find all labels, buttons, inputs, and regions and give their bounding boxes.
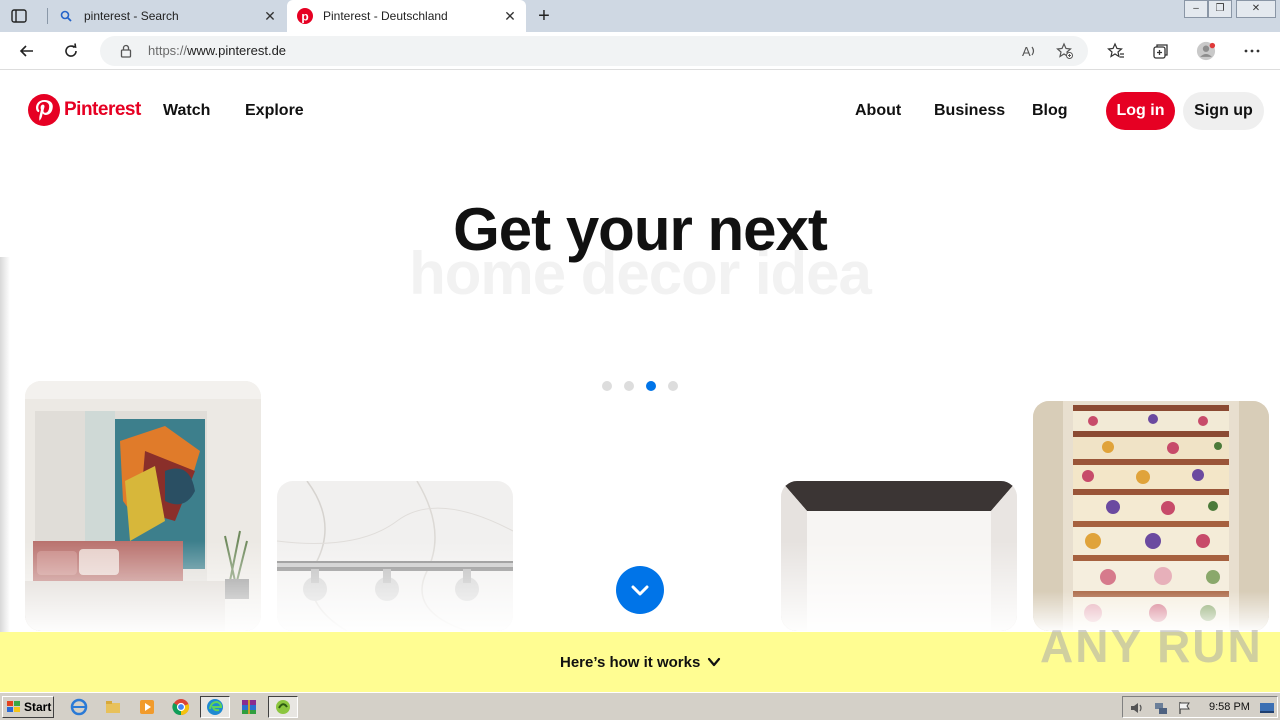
login-button[interactable]: Log in bbox=[1106, 92, 1175, 130]
profile-avatar[interactable] bbox=[1196, 41, 1216, 61]
pinterest-logo-icon bbox=[28, 94, 60, 126]
signup-button[interactable]: Sign up bbox=[1183, 92, 1264, 130]
svg-text:A: A bbox=[1022, 44, 1031, 59]
edge-taskbar-icon[interactable] bbox=[200, 696, 230, 718]
pinterest-page: Pinterest Watch Explore About Business B… bbox=[0, 71, 1280, 692]
url-host: www.pinterest.de bbox=[187, 43, 287, 58]
clock: 9:58 PM bbox=[1209, 701, 1250, 713]
url-scheme: https:// bbox=[148, 43, 188, 58]
more-menu-icon[interactable] bbox=[1242, 41, 1262, 61]
tab-title: Pinterest - Deutschland bbox=[323, 9, 448, 23]
volume-icon[interactable] bbox=[1129, 700, 1145, 721]
pin-fade-overlay bbox=[25, 541, 261, 631]
partial-pin-image bbox=[0, 257, 10, 637]
carousel-dot[interactable] bbox=[624, 381, 634, 391]
nav-about[interactable]: About bbox=[855, 102, 901, 120]
address-bar[interactable]: https://www.pinterest.de A bbox=[100, 36, 1088, 66]
restore-button[interactable]: ❐ bbox=[1208, 0, 1232, 18]
refresh-button[interactable] bbox=[60, 40, 82, 62]
pin-image-stairs[interactable] bbox=[1033, 401, 1269, 631]
close-tab-icon[interactable]: ✕ bbox=[502, 8, 518, 24]
how-it-works-label[interactable]: Here’s how it works bbox=[560, 654, 700, 671]
pin-image-ceiling[interactable] bbox=[781, 481, 1017, 631]
tab-pinterest[interactable]: p Pinterest - Deutschland ✕ bbox=[287, 0, 526, 32]
minimize-button[interactable]: – bbox=[1184, 0, 1208, 18]
close-window-button[interactable]: ✕ bbox=[1236, 0, 1276, 18]
brand-wordmark: Pinterest bbox=[64, 99, 141, 120]
search-icon bbox=[58, 8, 74, 24]
svg-text:p: p bbox=[301, 10, 308, 24]
anyrun-watermark: ANY RUN bbox=[1040, 620, 1263, 672]
chevron-down-icon bbox=[631, 585, 649, 596]
close-tab-icon[interactable]: ✕ bbox=[262, 8, 278, 24]
carousel-indicator bbox=[602, 381, 678, 391]
pin-fade-overlay bbox=[277, 541, 513, 631]
pin-image-bedroom[interactable] bbox=[25, 381, 261, 631]
browser-tab-bar: pinterest - Search ✕ p Pinterest - Deuts… bbox=[0, 0, 1280, 32]
tab-title: pinterest - Search bbox=[84, 9, 179, 23]
scroll-down-button[interactable] bbox=[616, 566, 664, 614]
collections-icon[interactable] bbox=[1150, 41, 1170, 61]
favorites-icon[interactable] bbox=[1106, 41, 1126, 61]
back-button[interactable] bbox=[16, 40, 38, 62]
chrome-taskbar-icon[interactable] bbox=[166, 696, 196, 718]
url-text: https://www.pinterest.de bbox=[148, 43, 286, 58]
windows-taskbar: Start 9:58 PM bbox=[0, 692, 1280, 720]
read-aloud-icon[interactable]: A bbox=[1020, 42, 1038, 60]
winrar-taskbar-icon[interactable] bbox=[234, 696, 264, 718]
nav-explore[interactable]: Explore bbox=[245, 102, 304, 120]
tab-actions-icon[interactable] bbox=[10, 7, 28, 25]
app-taskbar-icon[interactable] bbox=[268, 696, 298, 718]
windows-logo-icon bbox=[7, 701, 20, 712]
add-favorite-icon[interactable] bbox=[1056, 42, 1074, 60]
pinterest-logo[interactable]: Pinterest bbox=[28, 94, 141, 126]
explorer-taskbar-icon[interactable] bbox=[98, 696, 128, 718]
network-icon[interactable] bbox=[1153, 700, 1169, 721]
show-desktop-icon[interactable] bbox=[1259, 700, 1275, 721]
hero-title: Get your next bbox=[453, 196, 828, 263]
tab-search[interactable]: pinterest - Search ✕ bbox=[48, 0, 286, 32]
lock-icon[interactable] bbox=[118, 43, 134, 59]
carousel-dot[interactable] bbox=[668, 381, 678, 391]
carousel-dot[interactable] bbox=[602, 381, 612, 391]
pinterest-favicon-icon: p bbox=[297, 8, 313, 24]
media-player-taskbar-icon[interactable] bbox=[132, 696, 162, 718]
pin-image-marble[interactable] bbox=[277, 481, 513, 631]
start-button[interactable]: Start bbox=[2, 696, 54, 718]
new-tab-button[interactable]: + bbox=[534, 6, 554, 26]
nav-business[interactable]: Business bbox=[934, 102, 1005, 120]
browser-toolbar: https://www.pinterest.de A bbox=[0, 32, 1280, 70]
carousel-dot-active[interactable] bbox=[646, 381, 656, 391]
start-label: Start bbox=[24, 700, 52, 714]
flag-icon[interactable] bbox=[1177, 700, 1193, 721]
nav-blog[interactable]: Blog bbox=[1032, 102, 1068, 120]
nav-watch[interactable]: Watch bbox=[163, 102, 210, 120]
ie-taskbar-icon[interactable] bbox=[64, 696, 94, 718]
pin-fade-overlay bbox=[781, 541, 1017, 631]
chevron-down-icon bbox=[707, 657, 721, 667]
system-tray: 9:58 PM bbox=[1122, 696, 1278, 718]
